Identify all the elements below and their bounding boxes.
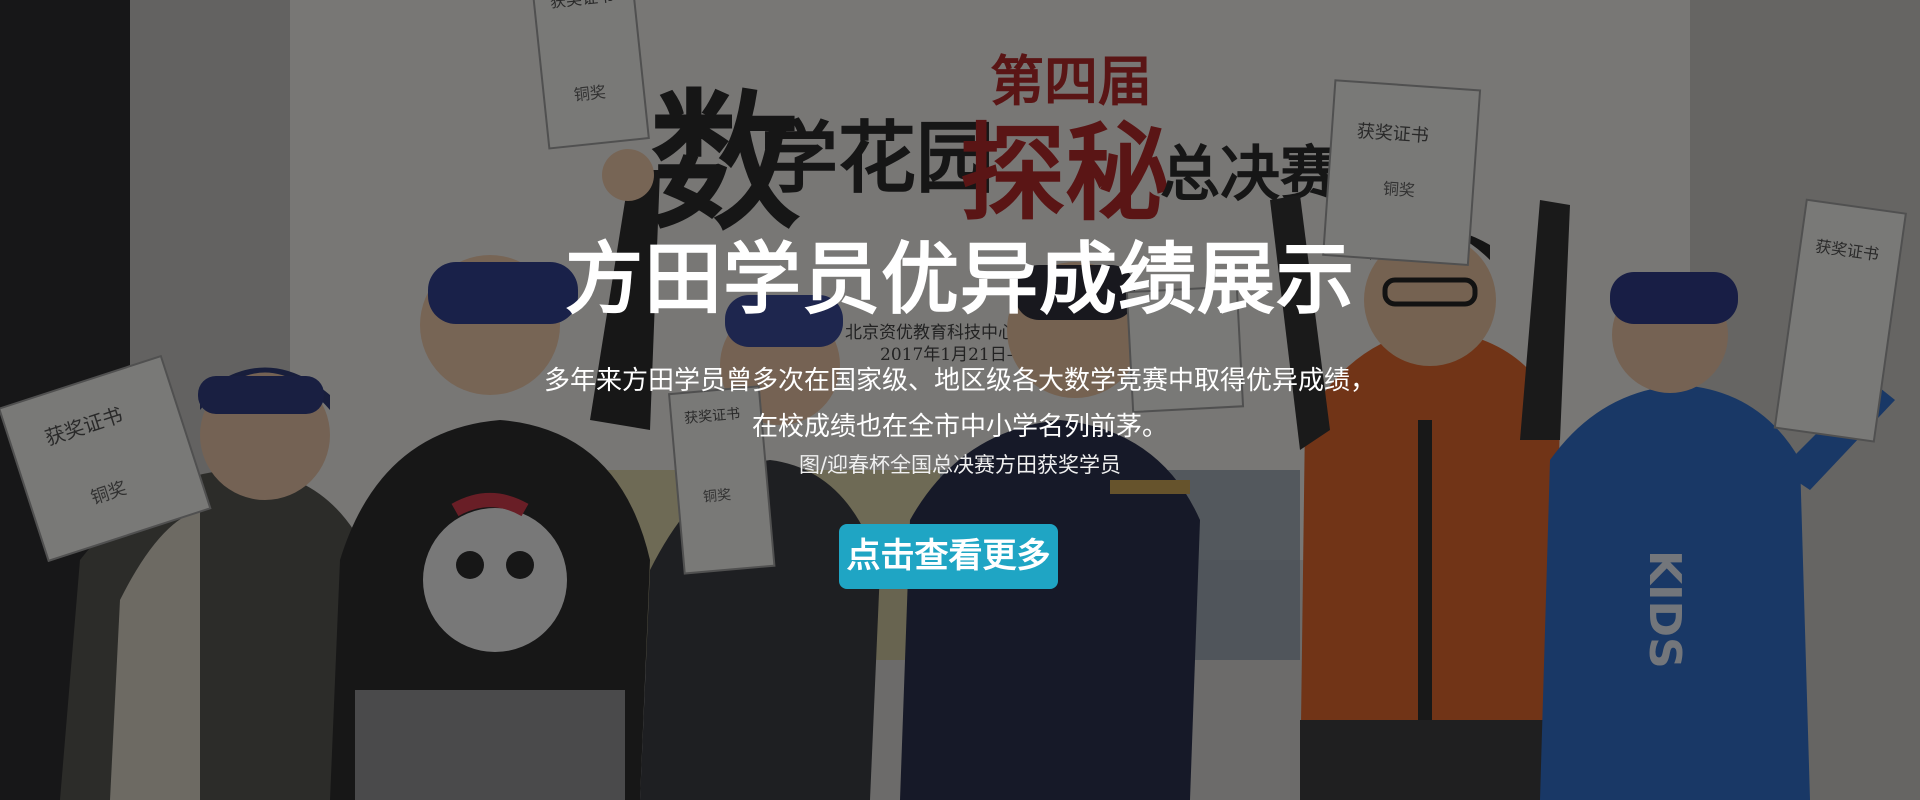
hero-section: 数 学花园 探秘 第四届 总决赛 北京资优教育科技中心 2017年1月21日— [0, 0, 1920, 800]
hero-title: 方田学员优异成绩展示 [564, 235, 1355, 325]
view-more-button[interactable]: 点击查看更多 [839, 524, 1058, 589]
hero-description: 多年来方田学员曾多次在国家级、地区级各大数学竞赛中取得优异成绩， 在校成绩也在全… [0, 358, 1920, 450]
hero-description-line: 多年来方田学员曾多次在国家级、地区级各大数学竞赛中取得优异成绩， [543, 366, 1376, 396]
hero-content: 方田学员优异成绩展示 多年来方田学员曾多次在国家级、地区级各大数学竞赛中取得优异… [0, 0, 1920, 800]
hero-description-line: 在校成绩也在全市中小学名列前茅。 [751, 412, 1168, 442]
photo-caption: 图/迎春杯全国总决赛方田获奖学员 [798, 453, 1122, 477]
